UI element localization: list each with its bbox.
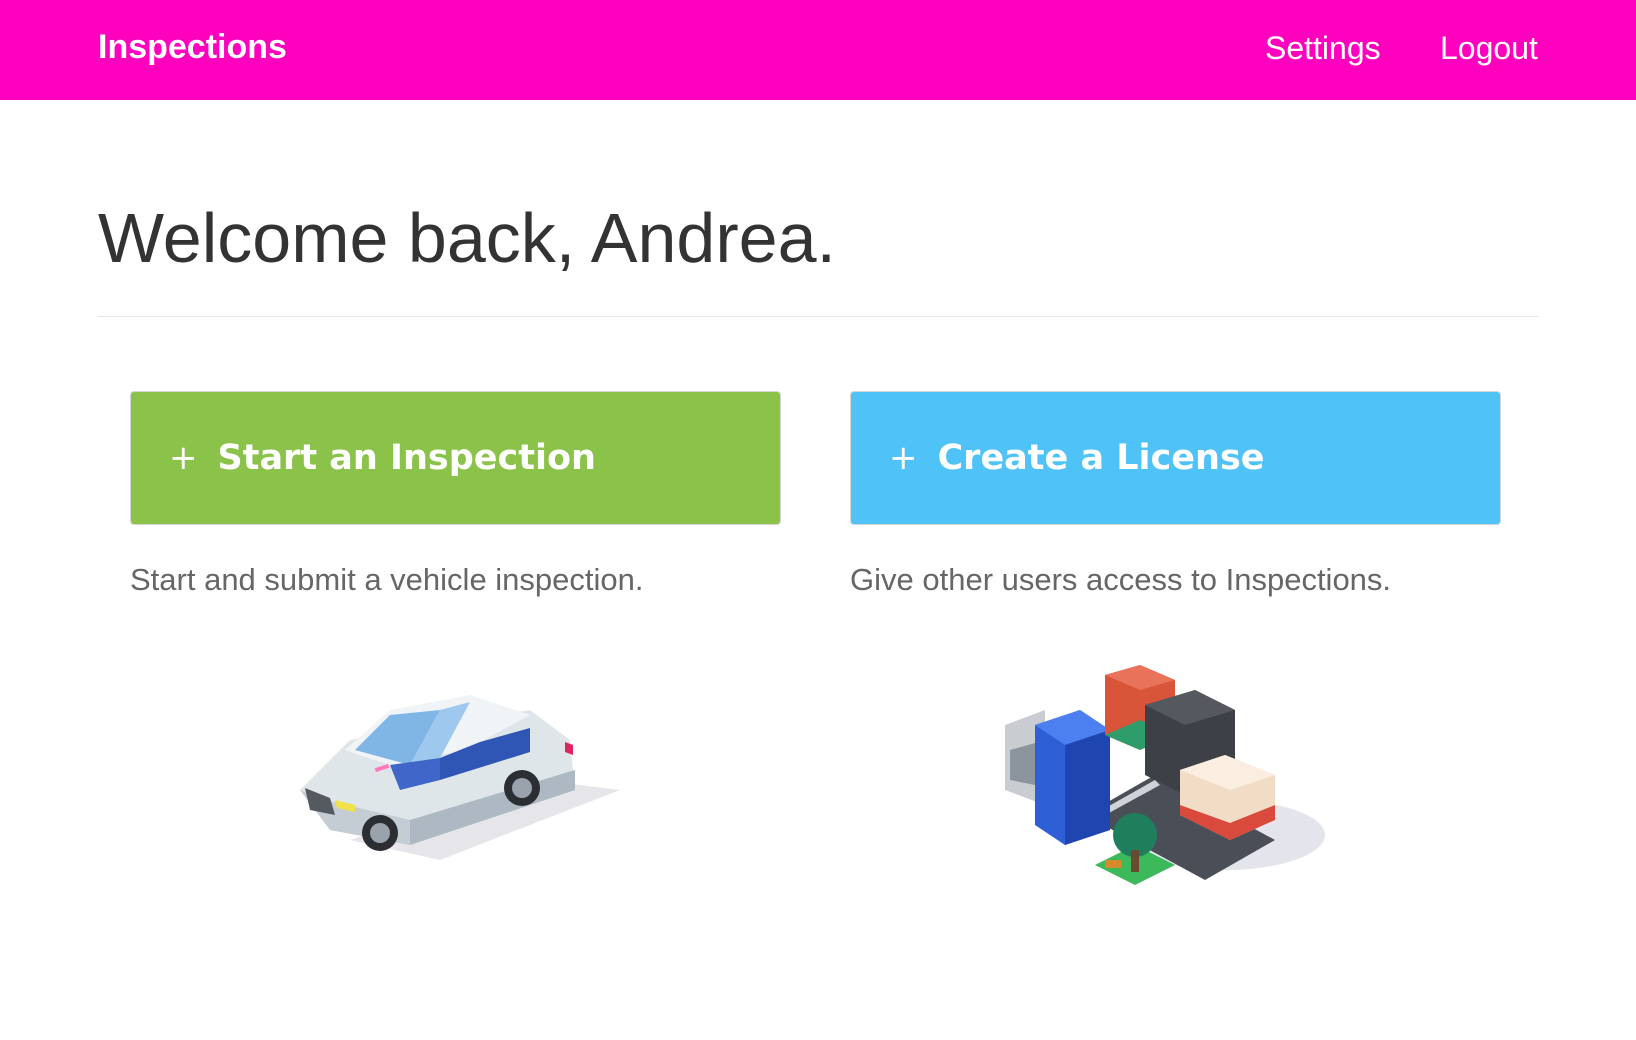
top-navbar: Inspections Settings Logout (0, 0, 1636, 100)
create-license-description: Give other users access to Inspections. (850, 562, 1392, 597)
create-license-button[interactable]: + Create a License (850, 391, 1501, 525)
create-license-label: Create a License (937, 438, 1265, 478)
car-illustration (300, 695, 620, 860)
start-inspection-button[interactable]: + Start an Inspection (130, 391, 781, 525)
plus-icon: + (169, 438, 198, 478)
brand-link[interactable]: Inspections (98, 28, 287, 67)
city-illustration (1005, 665, 1325, 885)
plus-icon: + (889, 438, 918, 478)
start-inspection-label: Start an Inspection (217, 438, 596, 478)
logout-link[interactable]: Logout (1440, 30, 1538, 67)
welcome-heading: Welcome back, Andrea. (98, 199, 836, 277)
settings-link[interactable]: Settings (1265, 30, 1381, 67)
divider (98, 316, 1538, 317)
start-inspection-description: Start and submit a vehicle inspection. (130, 562, 644, 597)
